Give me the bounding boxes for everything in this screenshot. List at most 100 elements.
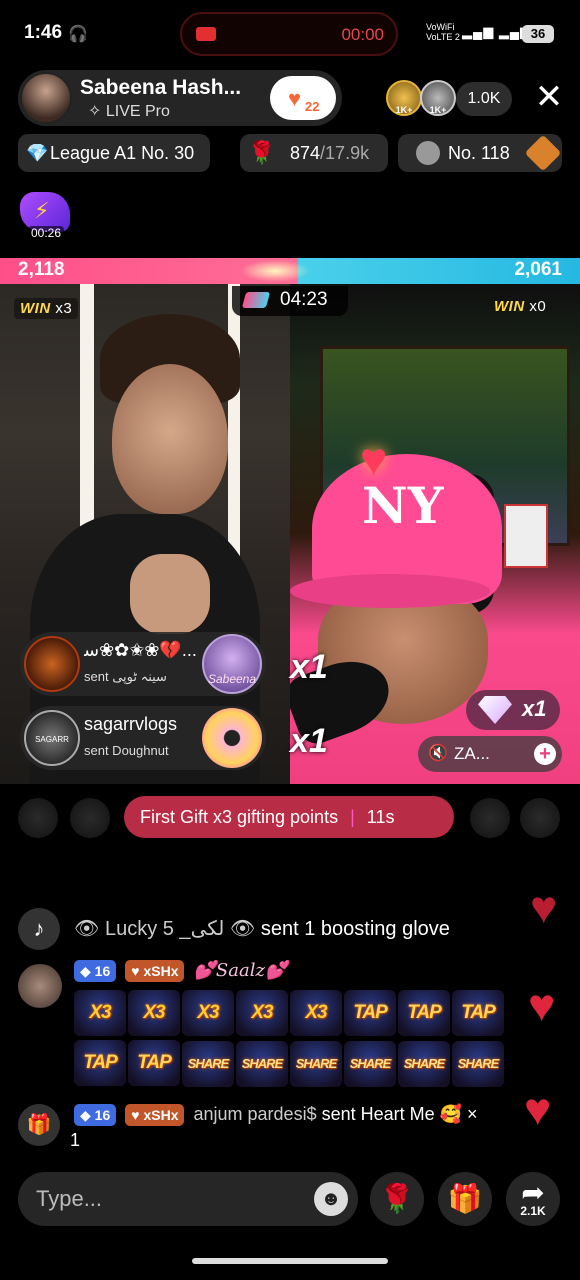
tap-sticker: TAP (344, 990, 396, 1036)
league-pill[interactable]: 💎 League A1 No. 30 (18, 134, 210, 172)
chat-avatar[interactable] (18, 964, 62, 1008)
floating-heart-icon: ♥ (530, 881, 558, 933)
tap-sticker: TAP (74, 1040, 126, 1086)
heart-effect-icon: ♥ (360, 433, 388, 485)
tap-sticker: TAP (398, 990, 450, 1036)
record-time: 00:00 (341, 25, 384, 44)
headphones-icon: 🎧 (68, 26, 88, 43)
share-sticker: SHARE (290, 1041, 342, 1087)
signal-icon: ▂▄▆ ▂▄▆ (462, 24, 532, 39)
plus-icon[interactable]: + (534, 743, 556, 765)
viewer-avatar[interactable]: 1K+ (386, 80, 422, 116)
gifter-avatar[interactable]: SAGARR (24, 710, 80, 766)
score-spark (240, 260, 310, 282)
x3-sticker: X3 (74, 990, 126, 1036)
lightning-icon: ⚡ (34, 198, 50, 223)
rank-pill[interactable]: No. 118 (398, 134, 562, 172)
follow-button[interactable]: ♥ 22 (270, 76, 336, 120)
emoji-icon[interactable]: ☻ (314, 1182, 348, 1216)
sparkle-icon: ✧ (88, 103, 106, 120)
home-indicator[interactable] (192, 1258, 388, 1264)
right-win-streak: WIN x0 (494, 298, 547, 315)
battle-icon (241, 292, 271, 308)
share-sticker: SHARE (398, 1041, 450, 1087)
viewer-avatar[interactable]: 1K+ (420, 80, 456, 116)
gift-multiplier: x1 (290, 648, 328, 686)
rose-icon: 🌹 (248, 140, 276, 165)
clock: 1:46 (24, 22, 63, 43)
gift-button[interactable]: 🎁 (438, 1172, 492, 1226)
gift-count: 1 (70, 1130, 81, 1150)
gift-notification[interactable]: SAGARR sagarrvlogs sent Doughnut (20, 706, 266, 770)
host-avatar[interactable] (20, 72, 72, 124)
share-count: 2.1K (520, 1204, 546, 1218)
chat-message[interactable]: 🎁 ◆ 16 ♥ xSHx anjum pardesi$ sent Heart … (18, 1100, 538, 1154)
status-bar: 1:46 🎧 00:00 VoWiFi VoLTE 2 ▂▄▆ ▂▄▆ 36 (0, 0, 580, 68)
contributor-avatar[interactable] (70, 798, 110, 838)
x3-sticker: X3 (290, 990, 342, 1036)
host-subtitle: ✧ LIVE Pro (88, 103, 170, 120)
rose-goal-pill[interactable]: 🌹 874/17.9k (240, 134, 388, 172)
screen-record-indicator[interactable]: 00:00 (180, 12, 398, 56)
chat-username[interactable]: 💕Saalz💕 (194, 960, 288, 981)
gifter-name: sagarrvlogs (84, 714, 178, 734)
sticker-grid: X3 X3 X3 X3 X3 TAP TAP TAP TAP TAP SHARE SHARE SHAR… (74, 990, 534, 1091)
chat-message[interactable]: ◆ 16 ♥ xSHx 💕Saalz💕 X3 X3 X3 X3 X3 TAP TAP TAP … (18, 960, 538, 1090)
gift-multiplier: x1 (290, 722, 328, 760)
viewer-count[interactable]: 1.0K (456, 82, 512, 116)
chat-username[interactable]: anjum pardesi$ (194, 1104, 317, 1124)
boost-timer: 00:26 (28, 226, 65, 240)
gifter-avatar[interactable] (24, 636, 80, 692)
battle-boost-button[interactable]: ⚡ 00:26 (18, 192, 72, 242)
floating-heart-icon: ♥ (528, 979, 556, 1031)
rank-avatar (416, 141, 440, 165)
battle-score-bar: 2,118 2,061 (0, 258, 580, 284)
x3-sticker: X3 (182, 990, 234, 1036)
level-badge: ◆ 16 (74, 960, 117, 983)
contributor-avatar[interactable] (470, 798, 510, 838)
opponent-tag[interactable]: 🔇 ZA... + (418, 736, 562, 772)
close-icon[interactable]: ✕ (532, 80, 566, 114)
fan-badge: ♥ xSHx (125, 960, 185, 983)
diamond-icon: 💎 (26, 143, 49, 163)
x3-sticker: X3 (236, 990, 288, 1036)
speaker-muted-icon[interactable]: 🔇 (428, 736, 448, 772)
share-sticker: SHARE (452, 1041, 504, 1087)
contributor-avatar[interactable] (520, 798, 560, 838)
gift-description: sent Doughnut (84, 743, 169, 758)
gem-icon (478, 696, 512, 724)
chat-text: sent Heart Me 🥰 × (321, 1104, 478, 1124)
share-sticker: SHARE (236, 1041, 288, 1087)
rose-icon: 🌹 (379, 1183, 415, 1214)
chat-system-message: ♪ 👁 Lucky 5 _لکی 👁 sent 1 boosting glove (18, 908, 538, 950)
left-win-streak: WIN x3 (14, 298, 79, 319)
gift-notification[interactable]: ﺳ❀✿✬❀💔... sent سینہ ٹوپی Sabeena (20, 632, 266, 696)
floating-heart-icon: ♥ (524, 1083, 552, 1135)
contributor-avatar[interactable] (18, 798, 58, 838)
gift-icon: 🎁 (18, 1104, 60, 1146)
host-name: Sabeena Hash... (80, 76, 242, 99)
battery-indicator: 36 (522, 25, 554, 43)
comment-box[interactable]: ☻ (18, 1172, 358, 1226)
follow-count: 22 (305, 99, 320, 114)
gift-description: sent سینہ ٹوپی (84, 669, 167, 684)
rank-badge-icon (524, 134, 562, 172)
share-sticker: SHARE (182, 1041, 234, 1087)
left-score: 2,118 (18, 259, 65, 280)
heart-icon: ♥ (288, 86, 302, 111)
doughnut-icon (202, 708, 262, 768)
gift-bonus-banner[interactable]: First Gift x3 gifting points | 11s (124, 796, 454, 838)
rose-gift-button[interactable]: 🌹 (370, 1172, 424, 1226)
right-score: 2,061 (514, 259, 562, 280)
x3-sticker: X3 (128, 990, 180, 1036)
gift-icon: 🎁 (447, 1183, 483, 1214)
tiktok-icon: ♪ (18, 908, 60, 950)
share-button[interactable]: ➦ 2.1K (506, 1172, 560, 1226)
network-info: VoWiFi VoLTE 2 (426, 22, 460, 42)
gift-image-label: Sabeena (207, 672, 257, 686)
host-info[interactable]: Sabeena Hash... ✧ LIVE Pro ♥ 22 (18, 70, 342, 126)
comment-input[interactable] (36, 1184, 296, 1214)
opponent-gift: x1 (466, 690, 560, 730)
tap-sticker: TAP (128, 1040, 180, 1086)
record-icon (196, 27, 216, 41)
